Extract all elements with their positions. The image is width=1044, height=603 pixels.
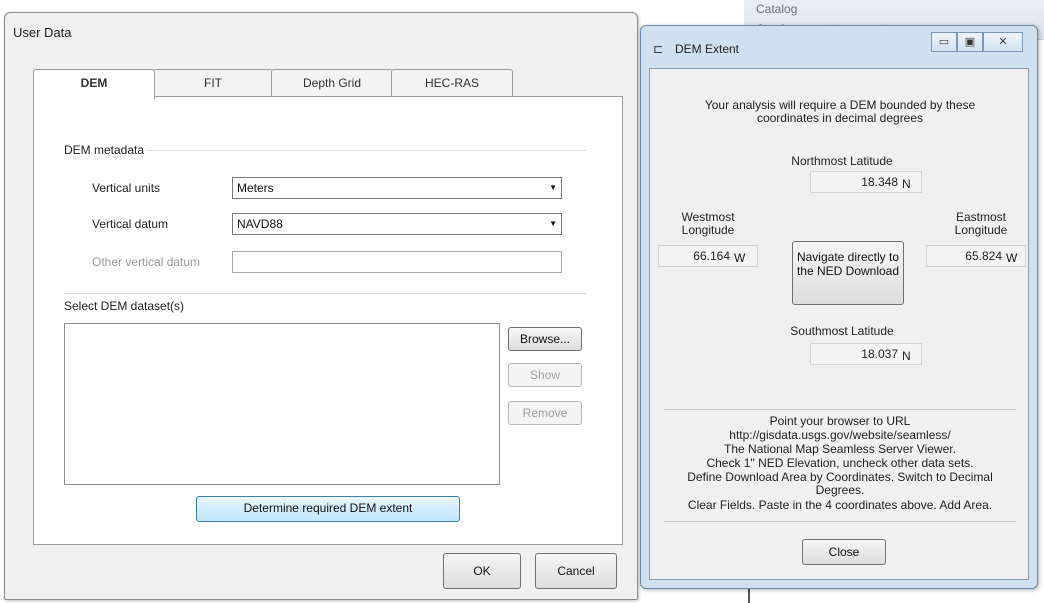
other-vertical-datum-input[interactable]	[232, 251, 562, 273]
vertical-datum-label: Vertical datum	[92, 217, 169, 231]
vertical-units-select[interactable]: Meters ▼	[232, 177, 562, 199]
other-vertical-datum-label: Other vertical datum	[92, 255, 201, 269]
show-button[interactable]: Show	[508, 363, 582, 387]
north-label: Northmost Latitude	[791, 154, 893, 168]
dropdown-arrow-icon: ▼	[549, 183, 557, 192]
app-icon: ⊏	[653, 42, 664, 56]
tab-hec-ras[interactable]: HEC-RAS	[391, 69, 513, 97]
section-divider	[664, 409, 1016, 410]
south-label: Southmost Latitude	[790, 324, 894, 338]
ok-button[interactable]: OK	[443, 553, 521, 589]
window-controls: ▭ ▣ ✕	[931, 32, 1023, 52]
navigate-ned-download-button[interactable]: Navigate directly to the NED Download	[792, 241, 904, 305]
window-title: DEM Extent	[675, 42, 740, 56]
instruction-line: http://gisdata.usgs.gov/website/seamless…	[729, 428, 951, 442]
determine-dem-extent-button[interactable]: Determine required DEM extent	[196, 496, 460, 522]
close-icon[interactable]: ✕	[983, 32, 1023, 52]
south-value: 18.037	[861, 347, 898, 361]
dem-extent-window: ⊏ DEM Extent ▭ ▣ ✕ Your analysis will re…	[640, 25, 1038, 589]
window-title: User Data	[13, 25, 72, 40]
minimize-icon[interactable]: ▭	[931, 32, 957, 52]
dem-extent-body: Your analysis will require a DEM bounded…	[649, 68, 1029, 580]
remove-button[interactable]: Remove	[508, 401, 582, 425]
south-unit: N	[902, 349, 911, 363]
cancel-button[interactable]: Cancel	[535, 553, 617, 589]
vertical-datum-value: NAVD88	[237, 217, 283, 231]
east-unit: W	[1006, 251, 1018, 265]
tab-fit[interactable]: FIT	[153, 69, 273, 97]
group-divider	[146, 150, 586, 151]
tab-depth-grid[interactable]: Depth Grid	[271, 69, 393, 97]
section-divider	[664, 521, 1016, 522]
north-unit: N	[902, 177, 911, 191]
dem-metadata-group-title: DEM metadata	[64, 143, 145, 157]
vertical-units-label: Vertical units	[92, 181, 161, 195]
select-dem-dataset-title: Select DEM dataset(s)	[64, 299, 185, 313]
catalog-title: Catalog	[756, 2, 798, 16]
vertical-units-value: Meters	[237, 181, 274, 195]
instruction-line: Check 1" NED Elevation, uncheck other da…	[706, 456, 974, 470]
east-label: Eastmost Longitude	[954, 210, 1008, 237]
east-value: 65.824	[965, 249, 1002, 263]
instruction-line: Define Download Area by Coordinates. Swi…	[687, 470, 993, 497]
west-value: 66.164	[693, 249, 730, 263]
browse-button[interactable]: Browse...	[508, 327, 582, 351]
group-divider	[64, 293, 586, 294]
dem-dataset-list[interactable]	[64, 323, 500, 485]
west-label: Westmost Longitude	[681, 210, 735, 237]
extent-intro: Your analysis will require a DEM bounded…	[704, 98, 976, 125]
tab-dem[interactable]: DEM	[33, 69, 155, 99]
dropdown-arrow-icon: ▼	[549, 219, 557, 228]
close-button[interactable]: Close	[802, 539, 886, 565]
west-unit: W	[734, 251, 746, 265]
instruction-line: The National Map Seamless Server Viewer.	[724, 442, 956, 456]
vertical-datum-select[interactable]: NAVD88 ▼	[232, 213, 562, 235]
user-data-window: User Data DEM FIT Depth Grid HEC-RAS DEM…	[4, 12, 638, 600]
maximize-icon[interactable]: ▣	[957, 32, 983, 52]
dem-tab-panel: DEM metadata Vertical units Meters ▼ Ver…	[33, 96, 623, 545]
tab-strip: DEM FIT Depth Grid HEC-RAS	[33, 69, 533, 99]
background-rule	[748, 588, 750, 603]
instruction-line: Clear Fields. Paste in the 4 coordinates…	[687, 498, 993, 512]
north-value: 18.348	[861, 175, 898, 189]
instruction-line: Point your browser to URL	[769, 414, 911, 428]
